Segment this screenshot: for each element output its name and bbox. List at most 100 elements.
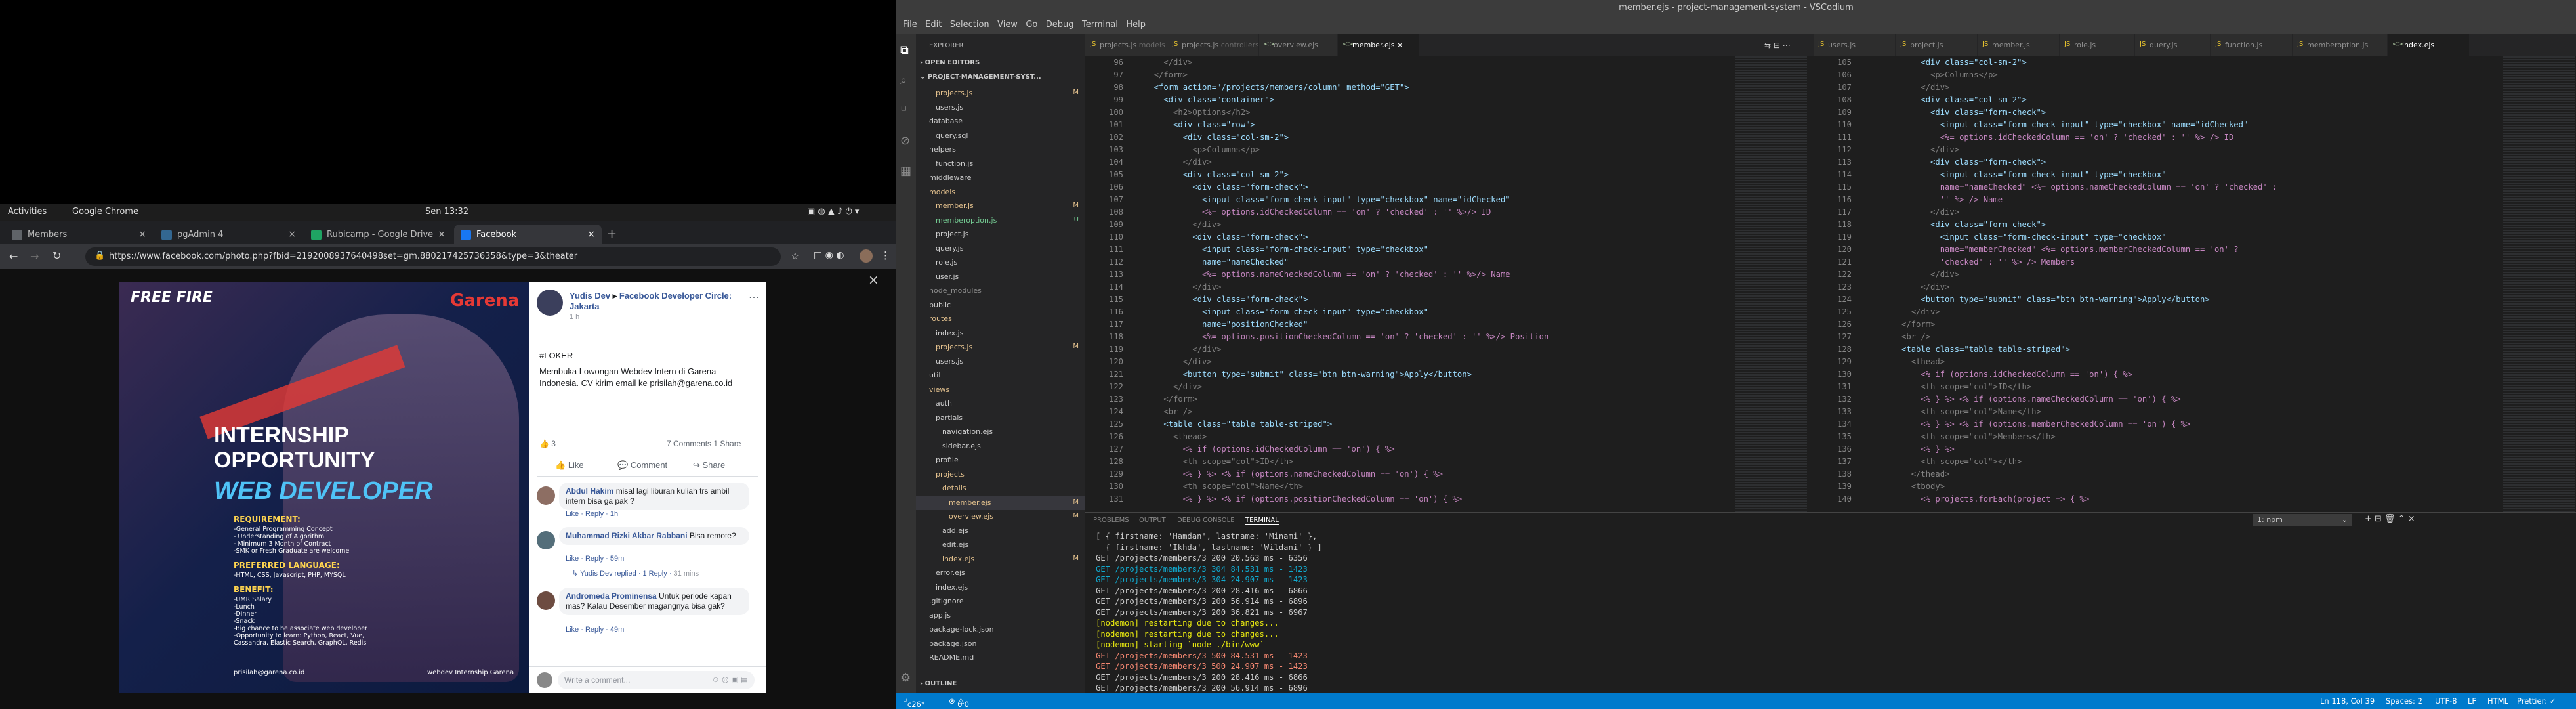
tab-overview-ejs[interactable]: <> overview.ejs — [1259, 34, 1338, 56]
comment-actions[interactable]: Like · Reply · 59m — [566, 555, 624, 563]
tab-output[interactable]: OUTPUT — [1139, 517, 1166, 524]
file-tree-item[interactable]: project.js — [916, 228, 1085, 242]
editor-left[interactable]: 96 97 98 99 100 101 102 103 104 105 106 107 108 109 11… — [1085, 56, 1807, 512]
file-tree-item[interactable]: query.sql — [916, 129, 1085, 143]
file-tree-item[interactable]: member.ejs M — [916, 496, 1085, 510]
extensions-icon[interactable]: ◫ ◉ ◐ — [814, 250, 844, 261]
line-ending[interactable]: LF — [2468, 697, 2476, 706]
file-tree-item[interactable]: projects.js M — [916, 341, 1085, 354]
files-icon[interactable]: ⧉ — [900, 43, 909, 57]
comment-actions[interactable]: Like · Reply · 49m — [566, 626, 624, 634]
menu-icon[interactable]: ⋮ — [881, 249, 890, 261]
file-tree-item[interactable]: partials — [916, 412, 1085, 425]
comment-input[interactable]: Write a comment... ☺ ◎ ▣ ▤ — [558, 671, 755, 689]
file-tree-item[interactable]: edit.ejs — [916, 538, 1085, 552]
project-section[interactable]: ⌄ PROJECT-MANAGEMENT-SYST... — [920, 74, 1041, 81]
new-tab-button[interactable]: + — [607, 227, 617, 241]
avatar[interactable] — [537, 531, 555, 549]
encoding[interactable]: UTF-8 — [2435, 697, 2457, 706]
reload-icon[interactable]: ↻ — [52, 249, 61, 262]
tab-members[interactable]: Members × — [5, 225, 153, 244]
file-tree-item[interactable]: models — [916, 186, 1085, 200]
problems-count[interactable]: ⊗ 0 ⚠ 0 — [949, 697, 969, 709]
tab-pgadmin[interactable]: pgAdmin 4 × — [155, 225, 302, 244]
clock[interactable]: Sen 13:32 — [425, 207, 468, 217]
menu-debug[interactable]: Debug — [1046, 20, 1074, 30]
file-tree-item[interactable]: details — [916, 482, 1085, 496]
tab-index-ejs[interactable]: <> index.ejs — [2388, 34, 2470, 56]
prettier-status[interactable]: Prettier: ✓ — [2517, 697, 2556, 706]
tab-terminal[interactable]: TERMINAL — [1245, 517, 1279, 525]
file-tree-item[interactable]: routes — [916, 312, 1085, 326]
avatar[interactable] — [537, 486, 555, 505]
close-icon[interactable]: × — [868, 272, 879, 288]
menu-terminal[interactable]: Terminal — [1082, 20, 1118, 30]
file-tree-item[interactable]: public — [916, 299, 1085, 312]
close-icon[interactable]: × — [587, 229, 595, 240]
file-tree-item[interactable]: projects — [916, 468, 1085, 482]
tab-projects-models[interactable]: JS projects.js models — [1085, 34, 1167, 56]
tab-projects-controllers[interactable]: JS projects.js controllers — [1167, 34, 1259, 56]
minimap[interactable] — [2503, 56, 2575, 512]
app-menu[interactable]: Google Chrome — [72, 207, 138, 217]
menu-file[interactable]: File — [903, 20, 917, 30]
tab-function-js[interactable]: JS function.js — [2211, 34, 2293, 56]
star-icon[interactable]: ☆ — [791, 250, 799, 262]
git-branch[interactable]: ⑂ c26* — [903, 697, 925, 709]
file-tree-item[interactable]: index.js — [916, 327, 1085, 341]
tab-google-drive[interactable]: Rubicamp - Google Drive × — [304, 225, 452, 244]
menu-selection[interactable]: Selection — [950, 20, 989, 30]
close-icon[interactable]: × — [138, 229, 146, 240]
more-icon[interactable]: ⋯ — [749, 291, 759, 304]
file-tree-item[interactable]: .gitignore — [916, 595, 1085, 609]
author-link[interactable]: Yudis Dev — [570, 291, 610, 301]
forward-icon[interactable]: → — [30, 250, 39, 263]
comment-share-count[interactable]: 7 Comments 1 Share — [667, 439, 741, 448]
extensions-icon[interactable]: ▦ — [900, 164, 911, 178]
tab-problems[interactable]: PROBLEMS — [1093, 517, 1129, 524]
language-mode[interactable]: HTML — [2487, 697, 2508, 706]
file-tree-item[interactable]: query.js — [916, 242, 1085, 256]
file-tree-item[interactable]: member.js M — [916, 200, 1085, 213]
cursor-position[interactable]: Ln 118, Col 39 — [2320, 697, 2375, 706]
address-bar[interactable]: 🔒 https://www.facebook.com/photo.php?fbi… — [85, 247, 781, 266]
terminal-actions[interactable]: + ⊟ 🗑 ⌃ × — [2365, 514, 2415, 524]
tab-query-js[interactable]: JS query.js — [2135, 34, 2211, 56]
menu-go[interactable]: Go — [1026, 20, 1037, 30]
avatar[interactable] — [860, 249, 873, 263]
comment-actions[interactable]: Like · Reply · 1h — [566, 510, 618, 518]
file-tree-item[interactable]: user.js — [916, 270, 1085, 284]
file-tree-item[interactable]: memberoption.js U — [916, 214, 1085, 228]
file-tree-item[interactable]: views — [916, 383, 1085, 397]
outline-section[interactable]: › OUTLINE — [920, 680, 957, 687]
terminal-output[interactable]: [ { firstname: 'Hamdan', lastname: 'Mina… — [1096, 531, 1322, 709]
indentation[interactable]: Spaces: 2 — [2386, 697, 2422, 706]
file-tree-item[interactable]: database — [916, 115, 1085, 129]
file-tree-item[interactable]: helpers — [916, 143, 1085, 157]
code-content[interactable]: <div class="col-sm-2"> <p>Columns</p> </… — [1873, 56, 2277, 505]
code-content[interactable]: </div> </form> <form action="/projects/m… — [1144, 56, 1549, 505]
file-tree-item[interactable]: users.js — [916, 101, 1085, 115]
file-tree-item[interactable]: users.js — [916, 355, 1085, 369]
file-tree-item[interactable]: README.md — [916, 651, 1085, 665]
debug-icon[interactable]: ⊘ — [900, 134, 910, 148]
file-tree-item[interactable]: navigation.ejs — [916, 425, 1085, 439]
split-editor-icon[interactable]: ⇆ ⊟ ⋯ — [1764, 41, 1791, 50]
file-tree-item[interactable]: index.ejs M — [916, 553, 1085, 567]
post-image[interactable]: FREE FIRE Garena INTERNSHIP OPPORTUNITY … — [119, 282, 529, 693]
menu-help[interactable]: Help — [1126, 20, 1146, 30]
avatar[interactable] — [537, 290, 563, 316]
file-tree-item[interactable]: sidebar.ejs — [916, 440, 1085, 454]
tab-debug-console[interactable]: DEBUG CONSOLE — [1177, 517, 1235, 524]
file-tree-item[interactable]: index.ejs — [916, 581, 1085, 595]
reply-thread[interactable]: ↳ Yudis Dev replied · 1 Reply · 31 mins — [572, 569, 699, 578]
file-tree-item[interactable]: node_modules — [916, 284, 1085, 298]
file-tree-item[interactable]: profile — [916, 454, 1085, 467]
activities-button[interactable]: Activities — [8, 207, 47, 217]
tab-facebook[interactable]: Facebook × — [454, 225, 602, 244]
editor-right[interactable]: 105 106 107 108 109 110 111 112 113 114 115 116 117 1… — [1814, 56, 2576, 512]
terminal-select[interactable]: 1: npm ⌄ — [2253, 514, 2352, 526]
minimap[interactable] — [1735, 56, 1807, 512]
gear-icon[interactable]: ⚙ — [900, 671, 911, 685]
file-tree-item[interactable]: error.ejs — [916, 567, 1085, 580]
